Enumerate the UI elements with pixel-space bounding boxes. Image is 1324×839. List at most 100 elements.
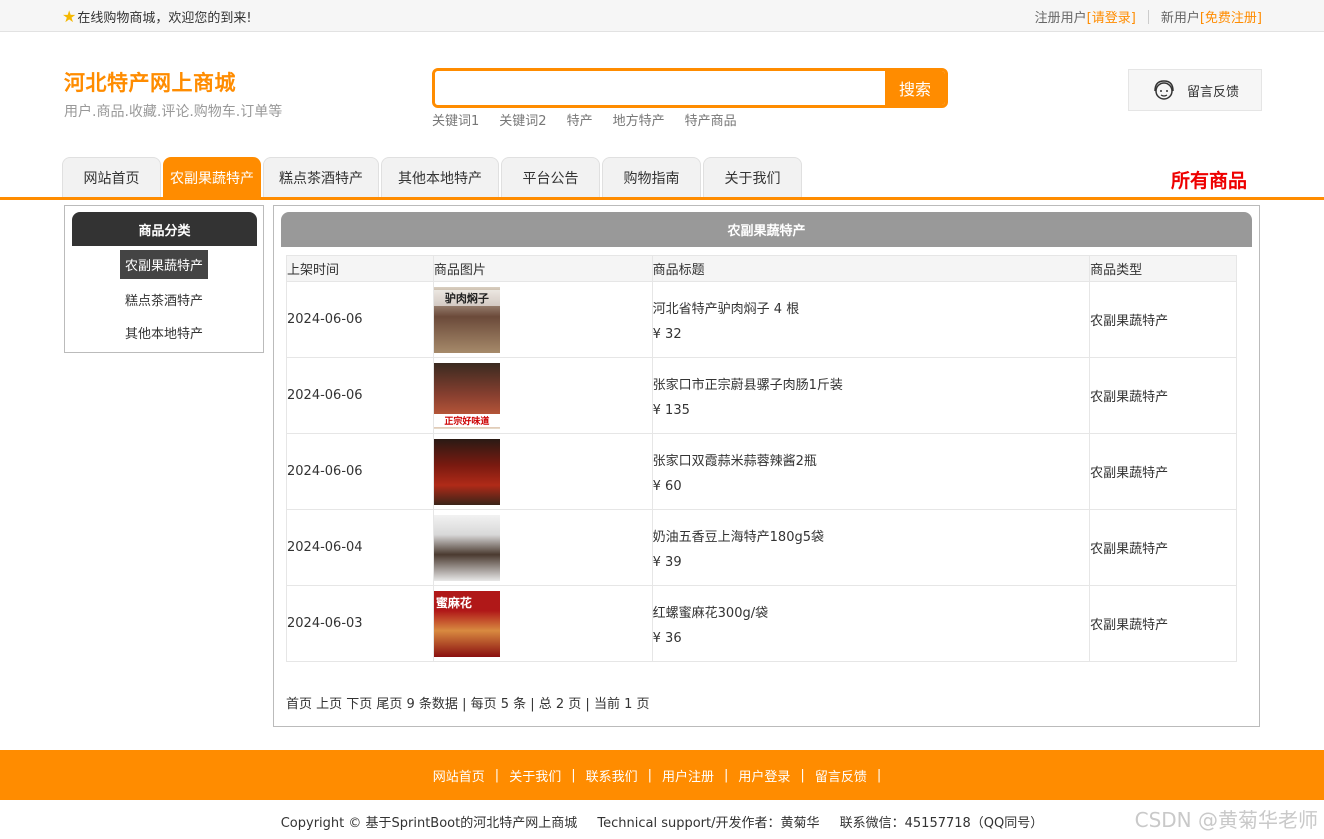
footer-link-register[interactable]: 用户注册 (662, 766, 714, 785)
product-title-cell: 红螺蜜麻花300g/袋 ¥ 36 (651, 585, 1091, 662)
listing-date: 2024-06-03 (286, 585, 434, 662)
sidebar-item-pastry-tea-wine[interactable]: 糕点茶酒特产 (65, 285, 263, 314)
sidebar-item-farm-produce[interactable]: 农副果蔬特产 (65, 250, 263, 279)
register-link[interactable]: [免费注册] (1200, 7, 1262, 26)
column-header: 商品类型 (1089, 255, 1237, 282)
product-price: ¥ 39 (652, 554, 682, 570)
sidebar-title: 商品分类 (72, 212, 257, 246)
divider: | (800, 767, 805, 783)
tab-home[interactable]: 网站首页 (62, 157, 161, 197)
nav-divider (0, 197, 1324, 200)
divider (1147, 9, 1149, 24)
product-image[interactable]: 蜜麻花 (433, 590, 500, 657)
contact-text: 联系微信：45157718（QQ同号） (839, 816, 1044, 831)
footer-link-feedback[interactable]: 留言反馈 (815, 766, 867, 785)
panel-title: 农副果蔬特产 (281, 212, 1252, 247)
product-price: ¥ 32 (652, 326, 682, 342)
table-row: 2024-06-06 正宗好味道 张家口市正宗蔚县骡子肉肠1斤装 ¥ 135 农… (286, 357, 1237, 434)
listing-date: 2024-06-04 (286, 509, 434, 586)
customer-service-icon (1154, 80, 1174, 100)
listing-date: 2024-06-06 (286, 433, 434, 510)
product-image[interactable]: 驴肉焖子 (433, 286, 500, 353)
tab-about-us[interactable]: 关于我们 (703, 157, 802, 197)
product-image[interactable]: 正宗好味道 (433, 362, 500, 429)
all-goods-link[interactable]: 所有商品 (1171, 166, 1247, 193)
product-title-link[interactable]: 张家口双霞蒜米蒜蓉辣酱2瓶 (653, 450, 1089, 469)
footer-link-home[interactable]: 网站首页 (433, 766, 485, 785)
product-type: 农副果蔬特产 (1089, 585, 1237, 662)
product-title-link[interactable]: 河北省特产驴肉焖子 4 根 (653, 298, 1089, 317)
product-title-cell: 河北省特产驴肉焖子 4 根 ¥ 32 (651, 281, 1091, 358)
product-title-link[interactable]: 奶油五香豆上海特产180g5袋 (653, 526, 1089, 545)
keyword-link[interactable]: 特产 (567, 110, 593, 129)
new-user-label: 新用户 (1160, 11, 1200, 26)
product-title-cell: 张家口市正宗蔚县骡子肉肠1斤装 ¥ 135 (651, 357, 1091, 434)
tab-pastry-tea-wine[interactable]: 糕点茶酒特产 (263, 157, 379, 197)
product-image[interactable] (433, 438, 500, 505)
column-header: 上架时间 (286, 255, 434, 282)
brand: 河北特产网上商城 用户.商品.收藏.评论.购物车.订单等 (64, 67, 282, 121)
table-row: 2024-06-06 张家口双霞蒜米蒜蓉辣酱2瓶 ¥ 60 农副果蔬特产 (286, 433, 1237, 510)
footer-link-login[interactable]: 用户登录 (738, 766, 790, 785)
footer-nav: 网站首页 | 关于我们 | 联系我们 | 用户注册 | 用户登录 | 留言反馈 | (0, 750, 1324, 800)
keyword-link[interactable]: 关键词2 (499, 110, 546, 129)
product-price: ¥ 135 (652, 402, 690, 418)
copyright-text: Copyright © 基于SprintBoot的河北特产网上商城 (280, 816, 578, 831)
product-title-link[interactable]: 张家口市正宗蔚县骡子肉肠1斤装 (653, 374, 1089, 393)
product-price: ¥ 60 (652, 478, 682, 494)
search-box: 搜索 (432, 68, 948, 108)
column-header: 商品标题 (651, 255, 1091, 282)
top-bar: ★ 在线购物商城，欢迎您的到来! 注册用户 [请登录] 新用户 [免费注册] (0, 0, 1324, 32)
sidebar-item-label: 糕点茶酒特产 (124, 294, 203, 309)
divider: | (647, 767, 652, 783)
tab-other-local[interactable]: 其他本地特产 (381, 157, 499, 197)
product-table: 上架时间 商品图片 商品标题 商品类型 2024-06-06 驴肉焖子 河北省特… (286, 255, 1237, 662)
keyword-link[interactable]: 特产商品 (685, 110, 737, 129)
site-title[interactable]: 河北特产网上商城 (64, 67, 282, 97)
product-title-cell: 奶油五香豆上海特产180g5袋 ¥ 39 (651, 509, 1091, 586)
user-links: 注册用户 [请登录] 新用户 [免费注册] (1035, 7, 1262, 26)
feedback-button[interactable]: 留言反馈 (1128, 69, 1262, 111)
footer-link-about[interactable]: 关于我们 (509, 766, 561, 785)
search-input[interactable] (435, 71, 885, 105)
watermark: CSDN @黄菊华老师 (1134, 808, 1318, 832)
sidebar-item-other-local[interactable]: 其他本地特产 (65, 318, 263, 347)
table-header-row: 上架时间 商品图片 商品标题 商品类型 (286, 255, 1237, 282)
product-image-cell: 驴肉焖子 (432, 281, 653, 358)
product-type: 农副果蔬特产 (1089, 509, 1237, 586)
product-image-cell: 蜜麻花 (432, 585, 653, 662)
product-image-cell (432, 433, 653, 510)
tab-announcements[interactable]: 平台公告 (501, 157, 600, 197)
listing-date: 2024-06-06 (286, 281, 434, 358)
tab-shopping-guide[interactable]: 购物指南 (602, 157, 701, 197)
image-label: 驴肉焖子 (433, 289, 500, 306)
divider: | (724, 767, 729, 783)
register-user-label: 注册用户 (1034, 11, 1087, 26)
search-button[interactable]: 搜索 (885, 71, 945, 105)
column-header: 商品图片 (432, 255, 653, 282)
product-image-cell: 正宗好味道 (432, 357, 653, 434)
keyword-link[interactable]: 关键词1 (432, 110, 479, 129)
tab-farm-produce[interactable]: 农副果蔬特产 (163, 157, 261, 197)
table-row: 2024-06-03 蜜麻花 红螺蜜麻花300g/袋 ¥ 36 农副果蔬特产 (286, 585, 1237, 662)
image-label: 正宗好味道 (433, 413, 500, 427)
listing-date: 2024-06-06 (286, 357, 434, 434)
star-icon: ★ (62, 6, 77, 26)
footer-link-contact[interactable]: 联系我们 (586, 766, 638, 785)
keyword-link[interactable]: 地方特产 (613, 110, 665, 129)
table-row: 2024-06-06 驴肉焖子 河北省特产驴肉焖子 4 根 ¥ 32 农副果蔬特… (286, 281, 1237, 358)
feedback-label: 留言反馈 (1186, 84, 1239, 100)
product-price: ¥ 36 (652, 630, 682, 646)
category-sidebar: 商品分类 农副果蔬特产 糕点茶酒特产 其他本地特产 (64, 205, 264, 353)
pagination[interactable]: 首页 上页 下页 尾页 9 条数据 | 每页 5 条 | 总 2 页 | 当前 … (286, 693, 649, 712)
login-link[interactable]: [请登录] (1087, 7, 1136, 26)
support-text: Technical support/开发作者：黄菊华 (597, 816, 820, 831)
keyword-list: 关键词1 关键词2 特产 地方特产 特产商品 (432, 110, 737, 129)
image-label: 蜜麻花 (435, 595, 472, 610)
main-nav: 网站首页 农副果蔬特产 糕点茶酒特产 其他本地特产 平台公告 购物指南 关于我们 (62, 157, 802, 197)
sidebar-item-label: 农副果蔬特产 (119, 250, 208, 279)
product-image[interactable] (433, 514, 500, 581)
product-title-cell: 张家口双霞蒜米蒜蓉辣酱2瓶 ¥ 60 (651, 433, 1091, 510)
welcome-message: ★ 在线购物商城，欢迎您的到来! (62, 7, 252, 26)
product-title-link[interactable]: 红螺蜜麻花300g/袋 (653, 602, 1089, 621)
